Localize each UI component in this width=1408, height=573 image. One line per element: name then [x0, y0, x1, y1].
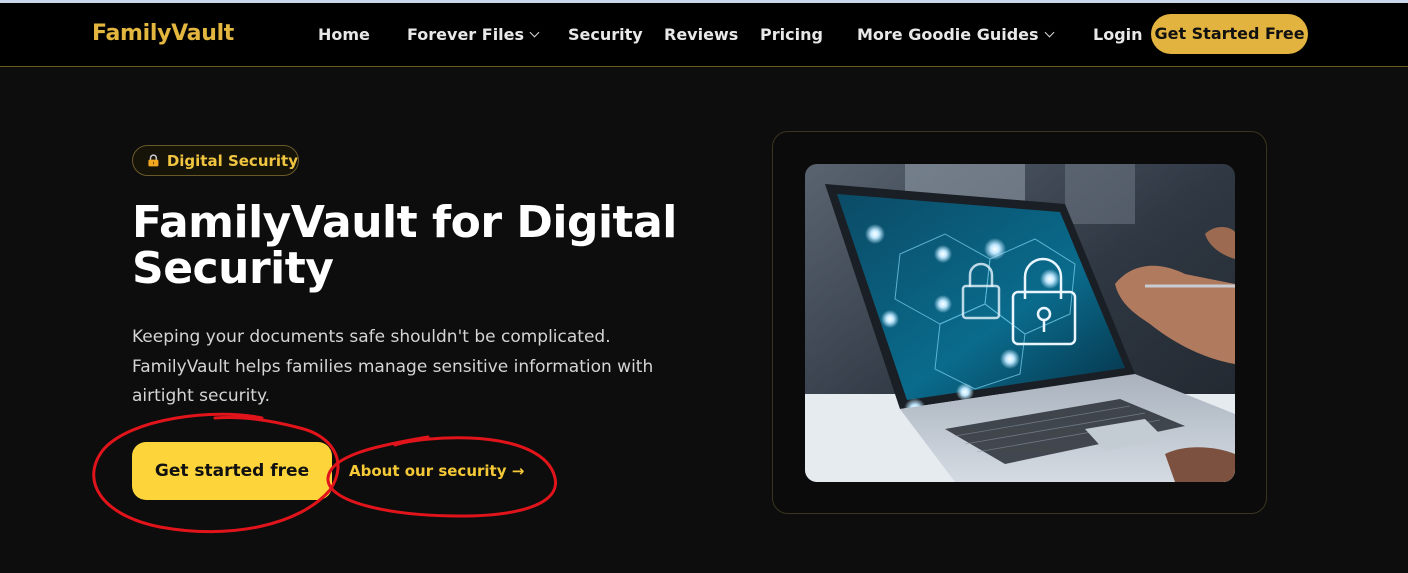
chevron-down-icon — [529, 27, 540, 38]
nav-forever-files-label: Forever Files — [407, 25, 525, 44]
nav-home[interactable]: Home — [318, 25, 370, 44]
security-laptop-image — [805, 164, 1235, 482]
about-security-link[interactable]: About our security → — [349, 462, 524, 480]
get-started-free-button[interactable]: Get Started Free — [1151, 14, 1308, 54]
logo[interactable]: FamilyVault — [92, 21, 234, 46]
nav-reviews[interactable]: Reviews — [664, 25, 738, 44]
digital-security-badge: Digital Security — [132, 145, 299, 176]
nav-security-label: Security — [568, 25, 643, 44]
chevron-down-icon — [1044, 27, 1054, 38]
nav-pricing[interactable]: Pricing — [760, 25, 823, 44]
nav-home-label: Home — [318, 25, 370, 44]
hero-description: Keeping your documents safe shouldn't be… — [132, 327, 654, 406]
nav-forever-files[interactable]: Forever Files — [407, 25, 540, 44]
nav-reviews-label: Reviews — [664, 25, 739, 44]
nav-pricing-label: Pricing — [760, 25, 823, 44]
badge-label: Digital Security — [166, 151, 298, 170]
login-link[interactable]: Login — [1093, 25, 1143, 44]
page-title: FamilyVault for Digital Security — [132, 197, 677, 294]
site-header: FamilyVault Home Forever Files Security … — [0, 3, 1408, 67]
nav-more-goodie-guides-label: More Goodie Guides — [857, 25, 1039, 44]
lock-icon — [148, 154, 159, 167]
nav-more-goodie-guides[interactable]: More Goodie Guides — [857, 25, 1054, 44]
nav-security[interactable]: Security — [568, 25, 643, 44]
get-started-free-hero-button[interactable]: Get started free — [132, 442, 332, 500]
